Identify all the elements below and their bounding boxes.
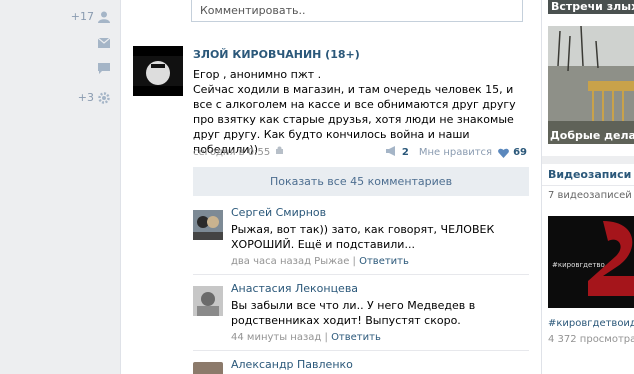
gear-icon [98, 91, 110, 104]
videos-divider [542, 185, 634, 186]
comment-author[interactable]: Александр Павленко [231, 358, 353, 371]
left-column: +17 +3 [0, 0, 120, 374]
photo-album-1[interactable]: Встречи злых [548, 0, 634, 14]
post-author[interactable]: ЗЛОЙ КИРОВЧАНИН (18+) [193, 48, 360, 61]
comment-avatar[interactable] [193, 286, 223, 316]
person-icon [98, 11, 110, 23]
messages-counter[interactable] [97, 37, 111, 50]
settings-counter[interactable]: +3 [78, 91, 110, 104]
comment-input[interactable]: Комментировать.. [191, 0, 523, 22]
mail-icon [97, 37, 111, 50]
heart-icon[interactable] [498, 148, 509, 158]
repost-count: 2 [401, 147, 409, 158]
comment-author[interactable]: Сергей Смирнов [231, 206, 326, 219]
comment-meta: 44 минуты назад | Ответить [231, 332, 381, 343]
settings-count: +3 [77, 91, 94, 104]
like-count: 69 [513, 147, 527, 158]
comment-placeholder: Комментировать.. [200, 4, 306, 17]
comment-author[interactable]: Анастасия Леконцева [231, 282, 358, 295]
comment-avatar[interactable] [193, 362, 223, 374]
like-label[interactable]: Мне нравится [419, 147, 492, 158]
post-avatar[interactable] [133, 46, 183, 96]
chat-icon [98, 63, 110, 75]
friends-counter[interactable]: +17 [71, 10, 110, 23]
video-title[interactable]: #кировгдетвоиде [548, 318, 634, 329]
videos-title[interactable]: Видеозаписи [548, 168, 631, 181]
post-meta: сегодня в 0:55 2 Мне нравится 69 [193, 146, 527, 159]
video-tag: #кировгдетво [552, 261, 605, 269]
comment-divider [193, 274, 529, 275]
friends-count: +17 [70, 10, 94, 23]
photo-album-1-caption: Встречи злых [551, 0, 634, 13]
comment-item: Александр Павленко [193, 358, 529, 374]
comment-item: Сергей Смирнов Рыжая, вот так)) зато, ка… [193, 206, 529, 267]
comment-divider [193, 350, 529, 351]
videos-count: 7 видеозаписей [548, 190, 632, 201]
right-column: Встречи злых Добрые дела Видеозаписи 7 в… [542, 0, 634, 374]
chat-counter[interactable] [98, 63, 110, 75]
video-views: 4 372 просмотра [548, 334, 634, 345]
video-thumbnail[interactable]: #кировгдетво [548, 216, 634, 308]
post-time[interactable]: сегодня в 0:55 [193, 147, 270, 158]
comment-time: два часа назад Рыжае [231, 256, 350, 267]
megaphone-icon[interactable] [385, 146, 398, 159]
post-text: Егор , анонимно пжт . Сейчас ходили в ма… [193, 68, 516, 156]
comment-avatar[interactable] [193, 210, 223, 240]
reply-link[interactable]: Ответить [331, 332, 381, 343]
comment-meta: два часа назад Рыжае | Ответить [231, 256, 409, 267]
news-feed: Комментировать.. ЗЛОЙ КИРОВЧАНИН (18+) Е… [120, 0, 542, 374]
comment-item: Анастасия Леконцева Вы забыли все что ли… [193, 282, 529, 343]
photo-album-2[interactable]: Добрые дела [548, 26, 634, 144]
comment-time: 44 минуты назад [231, 332, 322, 343]
photo-album-2-caption: Добрые дела [550, 129, 634, 142]
reply-link[interactable]: Ответить [359, 256, 409, 267]
comment-text: Рыжая, вот так)) зато, как говорят, ЧЕЛО… [231, 223, 495, 251]
right-separator [542, 156, 634, 164]
comment-text: Вы забыли все что ли.. У него Медведев в… [231, 299, 476, 327]
android-icon [275, 146, 284, 159]
album-photo [548, 26, 634, 144]
show-all-comments-button[interactable]: Показать все 45 комментариев [193, 167, 529, 196]
